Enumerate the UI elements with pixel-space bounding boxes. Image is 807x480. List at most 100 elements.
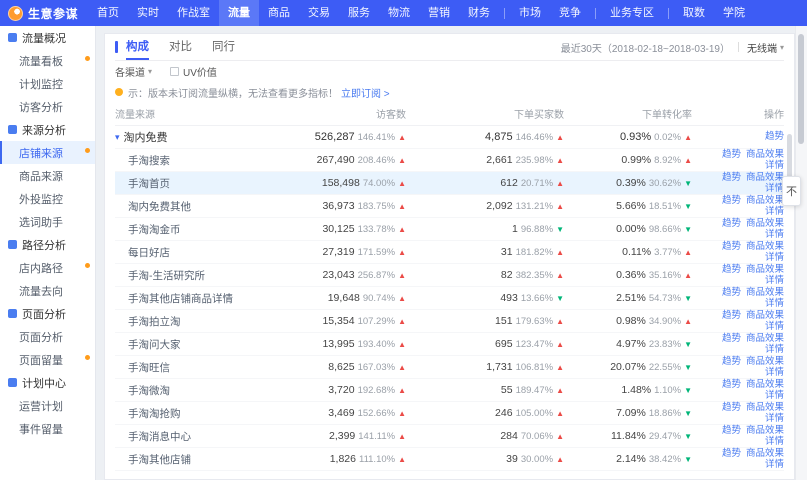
nav-item-流量[interactable]: 流量 [219,0,259,26]
tab-构成[interactable]: 构成 [126,34,149,60]
action-link-商品效果[interactable]: 商品效果 [746,426,784,436]
action-link-趋势[interactable]: 趋势 [722,196,741,206]
action-link-商品效果[interactable]: 商品效果 [746,334,784,344]
nav-item-交易[interactable]: 交易 [299,0,339,26]
action-link-趋势[interactable]: 趋势 [722,219,741,229]
action-link-商品效果[interactable]: 商品效果 [746,288,784,298]
uv-value-checkbox[interactable]: UV价值 [170,64,217,79]
table-row: 手淘问大家13,995193.40%▲695123.47%▲4.97%23.83… [115,333,784,356]
action-link-详情[interactable]: 详情 [765,161,784,171]
nav-item-竞争[interactable]: 竞争 [550,0,590,26]
action-link-商品效果[interactable]: 商品效果 [746,357,784,367]
page-scrollbar[interactable] [795,26,807,480]
action-link-商品效果[interactable]: 商品效果 [746,173,784,183]
channel-dropdown[interactable]: 各渠道 ▾ [115,64,152,79]
sidebar-item-页面分析[interactable]: 页面分析 [0,302,95,325]
action-link-商品效果[interactable]: 商品效果 [746,380,784,390]
sidebar-item-来源分析[interactable]: 来源分析 [0,118,95,141]
nav-item-物流[interactable]: 物流 [379,0,419,26]
action-link-趋势[interactable]: 趋势 [722,150,741,160]
action-link-商品效果[interactable]: 商品效果 [746,219,784,229]
action-link-详情[interactable]: 详情 [765,414,784,424]
sidebar-item-路径分析[interactable]: 路径分析 [0,233,95,256]
brand[interactable]: 生意参谋 [8,5,78,22]
action-link-详情[interactable]: 详情 [765,299,784,309]
sidebar-item-页面留量[interactable]: 页面留量 [0,348,95,371]
nav-item-实时[interactable]: 实时 [128,0,168,26]
sidebar-item-店内路径[interactable]: 店内路径 [0,256,95,279]
ops-line: 趋势商品效果 [722,403,784,413]
ops-cell: 趋势商品效果详情 [692,173,784,194]
nav-item-首页[interactable]: 首页 [88,0,128,26]
metric-cell: 0.00%98.66%▼ [564,223,692,235]
action-link-商品效果[interactable]: 商品效果 [746,265,784,275]
action-link-商品效果[interactable]: 商品效果 [746,242,784,252]
action-link-详情[interactable]: 详情 [765,437,784,447]
feedback-tab[interactable]: 不 [782,176,801,206]
subscribe-link[interactable]: 立即订阅 > [341,85,390,100]
sidebar-item-label: 计划监控 [19,76,63,92]
action-link-趋势[interactable]: 趋势 [722,265,741,275]
sidebar-item-选词助手[interactable]: 选词助手 [0,210,95,233]
sidebar-item-店铺来源[interactable]: 店铺来源 [0,141,95,164]
sidebar-item-计划监控[interactable]: 计划监控 [0,72,95,95]
action-link-趋势[interactable]: 趋势 [722,173,741,183]
nav-item-营销[interactable]: 营销 [419,0,459,26]
metric-cell: 1.48%1.10%▼ [564,384,692,396]
action-link-详情[interactable]: 详情 [765,322,784,332]
sidebar-item-label: 来源分析 [22,122,66,138]
sidebar-item-页面分析[interactable]: 页面分析 [0,325,95,348]
action-link-详情[interactable]: 详情 [765,207,784,217]
metric-change: 181.82% [516,247,554,258]
tab-同行[interactable]: 同行 [212,34,235,60]
metric-value: 267,490 [317,154,355,166]
action-link-趋势[interactable]: 趋势 [722,357,741,367]
date-range-picker[interactable]: 最近30天（2018-02-18~2018-03-19） [561,40,730,55]
action-link-商品效果[interactable]: 商品效果 [746,311,784,321]
sidebar-item-访客分析[interactable]: 访客分析 [0,95,95,118]
action-link-详情[interactable]: 详情 [765,276,784,286]
action-link-趋势[interactable]: 趋势 [722,242,741,252]
nav-item-学院[interactable]: 学院 [714,0,754,26]
expand-caret-icon[interactable]: ▾ [115,133,120,142]
action-link-趋势[interactable]: 趋势 [722,449,741,459]
action-link-商品效果[interactable]: 商品效果 [746,449,784,459]
sidebar-item-计划中心[interactable]: 计划中心 [0,371,95,394]
nav-item-市场[interactable]: 市场 [510,0,550,26]
sidebar-item-商品来源[interactable]: 商品来源 [0,164,95,187]
action-link-商品效果[interactable]: 商品效果 [746,196,784,206]
terminal-dropdown[interactable]: 无线端 ▾ [747,40,784,55]
page-scrollbar-thumb[interactable] [798,34,804,144]
nav-item-业务专区[interactable]: 业务专区 [601,0,663,26]
nav-item-商品[interactable]: 商品 [259,0,299,26]
sidebar-item-外投监控[interactable]: 外投监控 [0,187,95,210]
sidebar-item-运营计划[interactable]: 运营计划 [0,394,95,417]
sidebar-item-流量概况[interactable]: 流量概况 [0,26,95,49]
action-link-趋势[interactable]: 趋势 [722,288,741,298]
sidebar-item-流量看板[interactable]: 流量看板 [0,49,95,72]
nav-item-服务[interactable]: 服务 [339,0,379,26]
nav-item-财务[interactable]: 财务 [459,0,499,26]
action-link-趋势[interactable]: 趋势 [722,403,741,413]
action-link-趋势[interactable]: 趋势 [722,426,741,436]
action-link-详情[interactable]: 详情 [765,460,784,470]
source-name-cell[interactable]: ▾淘内免费 [115,129,248,145]
sidebar-item-事件留量[interactable]: 事件留量 [0,417,95,440]
action-link-趋势[interactable]: 趋势 [722,334,741,344]
action-link-趋势[interactable]: 趋势 [722,311,741,321]
sidebar-item-流量去向[interactable]: 流量去向 [0,279,95,302]
action-link-趋势[interactable]: 趋势 [722,380,741,390]
action-link-详情[interactable]: 详情 [765,368,784,378]
action-link-商品效果[interactable]: 商品效果 [746,150,784,160]
action-link-详情[interactable]: 详情 [765,230,784,240]
metric-value: 82 [501,269,513,281]
action-link-详情[interactable]: 详情 [765,391,784,401]
tab-对比[interactable]: 对比 [169,34,192,60]
action-link-详情[interactable]: 详情 [765,253,784,263]
action-link-商品效果[interactable]: 商品效果 [746,403,784,413]
nav-item-取数[interactable]: 取数 [674,0,714,26]
action-link-趋势[interactable]: 趋势 [765,132,784,142]
action-link-详情[interactable]: 详情 [765,345,784,355]
notice-text: 示：版本未订阅流量纵横，无法查看更多指标！ [128,85,338,100]
nav-item-作战室[interactable]: 作战室 [168,0,219,26]
